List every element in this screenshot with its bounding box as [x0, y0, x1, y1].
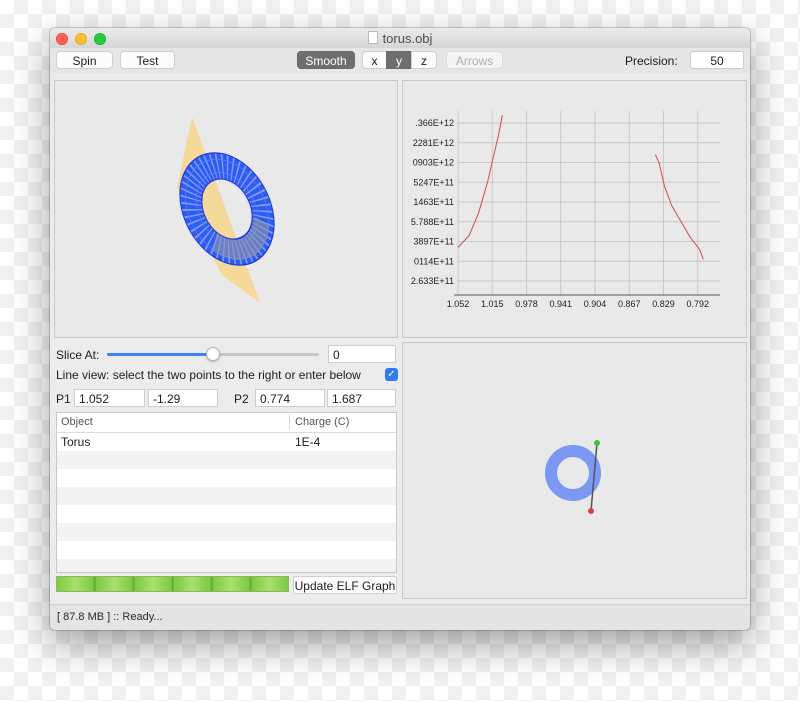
axis-y-button[interactable]: y [386, 51, 412, 69]
y-tick-label: .366E+12 [415, 118, 454, 128]
empty-table-row [57, 559, 396, 572]
p1-label: P1 [56, 392, 71, 406]
torus-3d-render [177, 117, 275, 303]
elf-graph-panel: .366E+12 2281E+12 0903E+12 5247E+11 1463E+11… [402, 80, 747, 338]
line-view-checkbox[interactable]: ✓ [385, 368, 398, 381]
p2-label: P2 [234, 392, 249, 406]
cross-section-view [545, 440, 601, 514]
axis-x-button[interactable]: x [362, 51, 387, 69]
table-row[interactable]: Torus 1E-4 [57, 433, 396, 451]
empty-table-row [57, 541, 396, 559]
y-tick-label: 1463E+11 [413, 197, 454, 207]
table-header: Object Charge (C) [57, 413, 396, 433]
column-header-charge[interactable]: Charge (C) [295, 416, 349, 428]
empty-table-row [57, 451, 396, 469]
p2-x-field[interactable]: 0.774 [255, 389, 325, 407]
app-window: torus.obj Spin Test Smooth x y z Arrows … [50, 28, 750, 630]
x-tick-label: 0.978 [515, 299, 538, 309]
x-tick-label: 0.829 [652, 299, 675, 309]
torus-cross-section [545, 445, 601, 501]
line-view-label: Line view: select the two points to the … [56, 368, 361, 382]
checkmark-icon: ✓ [387, 369, 396, 380]
x-tick-label: 0.904 [584, 299, 607, 309]
window-title: torus.obj [382, 31, 433, 46]
y-tick-label: 3897E+11 [413, 237, 454, 247]
p2-y-field[interactable]: 1.687 [327, 389, 396, 407]
precision-field[interactable]: 50 [690, 51, 744, 69]
empty-table-row [57, 523, 396, 541]
spin-button[interactable]: Spin [56, 51, 113, 69]
test-button[interactable]: Test [120, 51, 175, 69]
x-tick-label: 1.015 [481, 299, 504, 309]
status-bar: [ 87.8 MB ] :: Ready... [50, 604, 750, 630]
title-bar: torus.obj [50, 28, 750, 48]
arrows-button[interactable]: Arrows [446, 51, 503, 69]
update-elf-graph-button[interactable]: Update ELF Graph [293, 576, 397, 594]
slice-slider-knob[interactable] [206, 347, 220, 361]
p1-y-field[interactable]: -1.29 [148, 389, 218, 407]
torus-mesh [179, 152, 275, 266]
elf-series-line [654, 154, 704, 260]
empty-table-row [57, 469, 396, 487]
progress-bar [56, 576, 289, 592]
document-icon [367, 31, 378, 44]
column-divider [289, 415, 290, 430]
elf-series-line [457, 115, 503, 248]
x-tick-label: 0.867 [618, 299, 641, 309]
x-tick-label: 0.941 [549, 299, 572, 309]
objects-table[interactable]: Object Charge (C) Torus 1E-4 [56, 412, 397, 573]
y-tick-label: 0114E+11 [414, 256, 454, 266]
window-title-area: torus.obj [50, 31, 750, 46]
slice-slider-fill [107, 353, 213, 356]
point-p2-handle[interactable] [594, 440, 600, 446]
precision-label: Precision: [625, 54, 678, 68]
3d-view-panel[interactable] [54, 80, 398, 338]
empty-table-row [57, 505, 396, 523]
column-header-object[interactable]: Object [61, 416, 93, 428]
status-text: [ 87.8 MB ] :: Ready... [57, 611, 163, 623]
p1-x-field[interactable]: 1.052 [74, 389, 145, 407]
cross-section-panel[interactable] [402, 342, 747, 599]
smooth-button[interactable]: Smooth [297, 51, 355, 69]
row-object-cell: Torus [61, 435, 91, 449]
y-tick-label: 0903E+12 [413, 158, 454, 168]
y-tick-label: 2281E+12 [413, 138, 454, 148]
y-tick-label: 5247E+11 [413, 177, 454, 187]
empty-table-row [57, 487, 396, 505]
axis-z-button[interactable]: z [411, 51, 437, 69]
y-tick-label: 2.633E+11 [411, 276, 454, 286]
point-p1-handle[interactable] [588, 508, 594, 514]
elf-graph-chart: .366E+12 2281E+12 0903E+12 5247E+11 1463E+11… [411, 111, 720, 309]
y-tick-label: 5.788E+11 [411, 217, 454, 227]
x-tick-label: 0.792 [686, 299, 709, 309]
x-tick-label: 1.052 [447, 299, 470, 309]
progress-bar-fill [57, 577, 288, 591]
slice-at-label: Slice At: [56, 348, 100, 362]
slice-value-field[interactable]: 0 [328, 345, 396, 363]
row-charge-cell[interactable]: 1E-4 [295, 435, 320, 449]
